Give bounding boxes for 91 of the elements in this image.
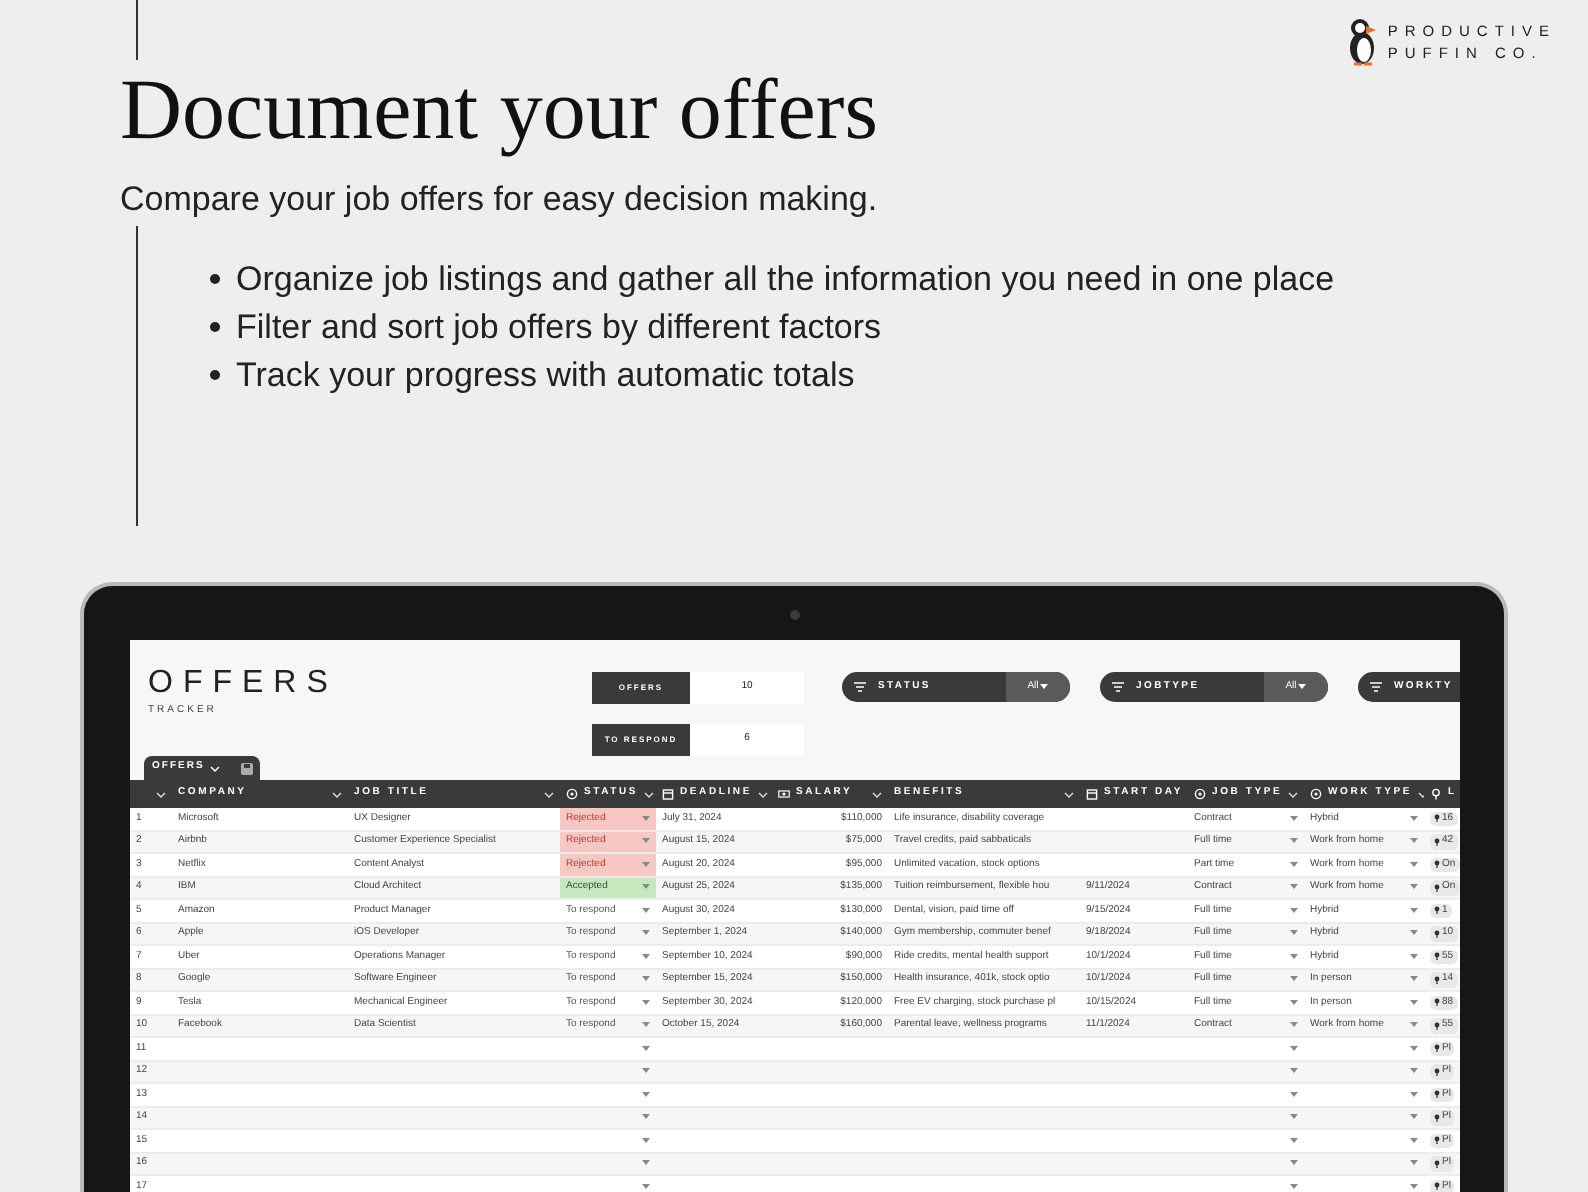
dropdown-caret-icon	[642, 976, 650, 983]
pin-icon	[1434, 1113, 1440, 1122]
dropdown-caret-icon	[642, 1045, 650, 1052]
pin-icon	[1434, 837, 1440, 846]
dropdown-caret-icon	[642, 1183, 650, 1190]
dropdown-caret-icon	[1410, 1160, 1418, 1167]
dropdown-caret-icon	[1290, 884, 1298, 891]
pin-icon	[1434, 1021, 1440, 1030]
dropdown-caret-icon	[1410, 907, 1418, 914]
dropdown-caret-icon	[642, 1091, 650, 1098]
bullet-text: Filter and sort job offers by different factors	[236, 310, 882, 344]
dropdown-caret-icon	[1410, 976, 1418, 983]
pin-icon	[1434, 975, 1440, 984]
dropdown-caret-icon	[1290, 1068, 1298, 1075]
filter-icon	[1370, 682, 1382, 692]
dropdown-caret-icon	[1410, 1114, 1418, 1121]
dropdown-caret-icon	[1410, 1183, 1418, 1190]
status-circle-icon	[1310, 788, 1322, 800]
bullet-icon	[210, 322, 220, 332]
dropdown-caret-icon	[1290, 861, 1298, 868]
dropdown-caret-icon	[1298, 684, 1307, 690]
dropdown-caret-icon	[642, 838, 650, 845]
dropdown-caret-icon	[642, 930, 650, 937]
dropdown-caret-icon	[642, 1068, 650, 1075]
dropdown-caret-icon	[1290, 976, 1298, 983]
dropdown-caret-icon	[1290, 1091, 1298, 1098]
dropdown-caret-icon	[1410, 861, 1418, 868]
dropdown-caret-icon	[1290, 1137, 1298, 1144]
dropdown-caret-icon	[1290, 999, 1298, 1006]
dropdown-caret-icon	[1290, 1160, 1298, 1167]
pin-icon	[1434, 1159, 1440, 1168]
calendar-icon	[662, 788, 674, 800]
dropdown-caret-icon	[1410, 1045, 1418, 1052]
dropdown-caret-icon	[1410, 884, 1418, 891]
dropdown-caret-icon	[1410, 1068, 1418, 1075]
dropdown-caret-icon	[1290, 1114, 1298, 1121]
pin-icon	[1434, 952, 1440, 961]
dropdown-caret-icon	[642, 861, 650, 868]
dropdown-caret-icon	[642, 907, 650, 914]
dropdown-caret-icon	[642, 1022, 650, 1029]
pin-icon	[1434, 906, 1440, 915]
dropdown-caret-icon	[1290, 1183, 1298, 1190]
subtitle: Compare your job offers for easy decision making.	[120, 182, 880, 216]
dropdown-caret-icon	[1410, 815, 1418, 822]
pin-icon	[1434, 929, 1440, 938]
dropdown-caret-icon	[1410, 838, 1418, 845]
filter-icon	[854, 682, 866, 692]
pin-icon	[1434, 860, 1440, 869]
dropdown-caret-icon	[1410, 1091, 1418, 1098]
dropdown-caret-icon	[1290, 907, 1298, 914]
dropdown-caret-icon	[1410, 1137, 1418, 1144]
status-circle-icon	[1194, 788, 1206, 800]
money-icon	[778, 788, 790, 800]
dropdown-caret-icon	[1410, 999, 1418, 1006]
pin-icon	[1434, 1182, 1440, 1191]
dropdown-caret-icon	[1290, 1022, 1298, 1029]
dropdown-caret-icon	[642, 815, 650, 822]
dropdown-caret-icon	[642, 1137, 650, 1144]
save-icon	[240, 761, 255, 775]
pin-icon	[1434, 1136, 1440, 1145]
bullet-text: Track your progress with automatic totals	[236, 358, 855, 392]
dropdown-caret-icon	[1410, 1022, 1418, 1029]
dropdown-caret-icon	[1290, 953, 1298, 960]
bullet-icon	[210, 274, 220, 284]
calendar-icon	[1086, 788, 1098, 800]
dropdown-caret-icon	[1290, 838, 1298, 845]
dropdown-caret-icon	[1290, 930, 1298, 937]
bullet-text: Organize job listings and gather all the information you need in one place	[236, 262, 1335, 296]
pin-icon	[1434, 1044, 1440, 1053]
dropdown-caret-icon	[642, 999, 650, 1006]
bullet-icon	[210, 370, 220, 380]
pin-icon	[1434, 883, 1440, 892]
dropdown-caret-icon	[642, 1114, 650, 1121]
pin-icon	[1434, 1067, 1440, 1076]
pin-icon	[1434, 998, 1440, 1007]
pin-icon	[1434, 1090, 1440, 1099]
headline: Document your offers	[120, 68, 880, 154]
tracker-title: OFFERS	[148, 668, 338, 700]
dropdown-caret-icon	[1410, 930, 1418, 937]
pin-icon	[1430, 788, 1442, 800]
filter-icon	[1112, 682, 1124, 692]
dropdown-caret-icon	[1410, 953, 1418, 960]
pin-icon	[1434, 814, 1440, 823]
camera-icon	[790, 610, 800, 620]
dropdown-caret-icon	[1290, 815, 1298, 822]
dropdown-caret-icon	[642, 884, 650, 891]
dropdown-caret-icon	[642, 953, 650, 960]
dropdown-caret-icon	[1040, 684, 1049, 690]
dropdown-caret-icon	[642, 1160, 650, 1167]
dropdown-caret-icon	[1290, 1045, 1298, 1052]
status-circle-icon	[566, 788, 578, 800]
